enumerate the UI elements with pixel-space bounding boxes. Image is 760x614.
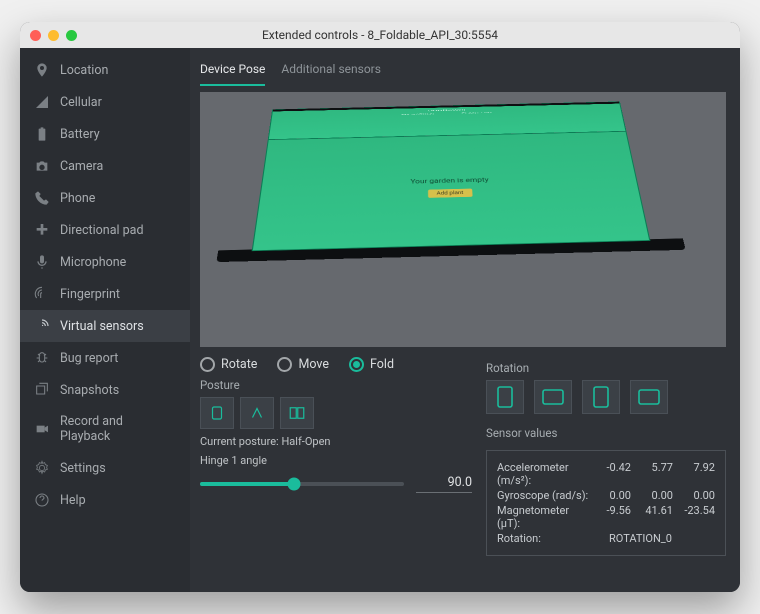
hinge-label: Hinge 1 angle [200,454,472,467]
hinge-slider[interactable] [200,482,404,486]
hinge-value[interactable]: 90.0 [416,475,472,493]
location-icon [34,62,50,78]
window: Extended controls - 8_Foldable_API_30:55… [20,22,740,592]
sidebar-item-label: Camera [60,159,103,174]
sensor-accel: Accelerometer (m/s²): -0.42 5.77 7.92 [497,461,715,487]
sidebar-item-label: Fingerprint [60,287,120,302]
sidebar-item-label: Help [60,493,86,508]
rotation-portrait-button[interactable] [486,380,524,414]
rotation-label: Rotation [486,361,726,375]
sidebar-item-label: Bug report [60,351,118,366]
sidebar-item-label: Virtual sensors [60,319,144,334]
rotation-portrait-reverse-button[interactable] [582,380,620,414]
sidebar-item-cellular[interactable]: Cellular [20,86,190,118]
microphone-icon [34,254,50,270]
mode-move[interactable]: Move [277,357,329,372]
rotation-row [486,380,726,414]
sidebar-item-bug-report[interactable]: Bug report [20,342,190,374]
sensor-values-box: Accelerometer (m/s²): -0.42 5.77 7.92 Gy… [486,450,726,556]
sidebar-item-label: Directional pad [60,223,144,238]
sidebar-item-snapshots[interactable]: Snapshots [20,374,190,406]
posture-halfopen-button[interactable] [280,397,314,429]
device-preview[interactable]: Sunflower MY GARDEN PLANT LIST Your gard… [200,92,726,347]
sidebar-item-fingerprint[interactable]: Fingerprint [20,278,190,310]
sensor-magnet: Magnetometer (μT): -9.56 41.61 -23.54 [497,504,715,530]
rotation-landscape-left-button[interactable] [534,380,572,414]
posture-open-button[interactable] [200,397,234,429]
sensor-rotation: Rotation: ROTATION_0 [497,532,715,545]
sidebar-item-help[interactable]: Help [20,484,190,516]
sidebar-item-phone[interactable]: Phone [20,182,190,214]
sidebar-item-label: Location [60,63,108,78]
sidebar-item-label: Record and Playback [60,414,176,444]
window-controls [30,30,77,41]
record-icon [34,421,50,437]
sidebar-item-label: Cellular [60,95,102,110]
phone-icon [34,190,50,206]
sidebar-item-settings[interactable]: Settings [20,452,190,484]
sidebar-item-record-playback[interactable]: Record and Playback [20,406,190,452]
camera-icon [34,158,50,174]
close-icon[interactable] [30,30,41,41]
gear-icon [34,460,50,476]
help-icon [34,492,50,508]
battery-icon [34,126,50,142]
main-panel: Device Pose Additional sensors Sunflower… [190,48,740,592]
minimize-icon[interactable] [48,30,59,41]
maximize-icon[interactable] [66,30,77,41]
mode-rotate-label: Rotate [221,357,257,372]
bug-icon [34,350,50,366]
sidebar: Location Cellular Battery Camera Phone D… [20,48,190,592]
mode-fold-label: Fold [370,357,394,372]
sidebar-item-virtual-sensors[interactable]: Virtual sensors [20,310,190,342]
sidebar-item-label: Phone [60,191,95,206]
window-title: Extended controls - 8_Foldable_API_30:55… [20,28,740,42]
preview-add-btn: Add plant [428,188,472,197]
sidebar-item-directional-pad[interactable]: Directional pad [20,214,190,246]
dpad-icon [34,222,50,238]
sidebar-item-location[interactable]: Location [20,54,190,86]
cellular-icon [34,94,50,110]
mode-move-label: Move [298,357,329,372]
tabs: Device Pose Additional sensors [200,58,726,86]
rotation-landscape-right-button[interactable] [630,380,668,414]
tab-device-pose[interactable]: Device Pose [200,58,265,86]
sidebar-item-label: Snapshots [60,383,119,398]
sensors-icon [34,318,50,334]
sidebar-item-microphone[interactable]: Microphone [20,246,190,278]
current-posture: Current posture: Half-Open [200,435,472,448]
sidebar-item-label: Battery [60,127,100,142]
posture-closed-button[interactable] [240,397,274,429]
preview-tab-2: PLANT LIST [461,111,492,113]
posture-row [200,397,472,429]
preview-empty-msg: Your garden is empty [262,172,636,188]
posture-label: Posture [200,378,472,392]
sidebar-item-label: Settings [60,461,106,476]
sidebar-item-label: Microphone [60,255,126,270]
snapshots-icon [34,382,50,398]
tab-additional-sensors[interactable]: Additional sensors [281,58,381,86]
mode-rotate[interactable]: Rotate [200,357,257,372]
titlebar: Extended controls - 8_Foldable_API_30:55… [20,22,740,48]
sidebar-item-battery[interactable]: Battery [20,118,190,150]
fingerprint-icon [34,286,50,302]
sensor-values-label: Sensor values [486,426,726,440]
mode-row: Rotate Move Fold [200,357,472,372]
mode-fold[interactable]: Fold [349,357,394,372]
sensor-gyro: Gyroscope (rad/s): 0.00 0.00 0.00 [497,489,715,502]
preview-tab-1: MY GARDEN [401,113,434,115]
sidebar-item-camera[interactable]: Camera [20,150,190,182]
